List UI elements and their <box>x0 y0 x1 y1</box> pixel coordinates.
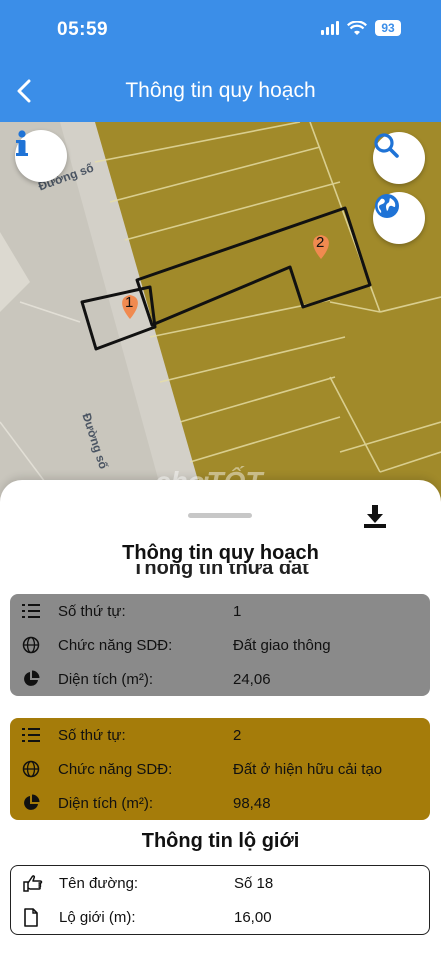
watermark-logo: chợTỐT <box>155 466 263 497</box>
bottom-sheet: Thông tin quy hoạch Thông tin thửa đất S… <box>0 480 441 960</box>
download-icon <box>364 505 386 528</box>
signal-icon <box>321 21 339 35</box>
battery-indicator: 93 <box>375 20 401 36</box>
hand-pointer-icon <box>23 873 47 893</box>
plot-marker-label-1: 1 <box>125 294 134 311</box>
page-title: Thông tin quy hoạch <box>125 79 316 102</box>
plot-row-land-use: Chức năng SDĐ: Đất giao thông <box>22 628 418 662</box>
row-label: Lộ giới (m): <box>59 908 136 926</box>
row-value: Đất ở hiện hữu cải tạo <box>233 760 383 778</box>
download-button[interactable] <box>362 504 388 530</box>
wifi-icon <box>347 20 367 35</box>
search-icon <box>374 133 399 158</box>
globe-icon <box>22 635 46 655</box>
list-number-icon <box>22 725 46 745</box>
plot-row-land-use: Chức năng SDĐ: Đất ở hiện hữu cải tạo <box>22 752 418 786</box>
sheet-subtitle: Thông tin thửa đất <box>132 564 309 579</box>
pie-chart-icon <box>22 793 46 813</box>
plot-marker-label-2: 2 <box>316 234 325 251</box>
plot-row-area: Diện tích (m²): 24,06 <box>22 662 418 696</box>
plot-row-area: Diện tích (m²): 98,48 <box>22 786 418 820</box>
plot-row-order: Số thứ tự: 1 <box>22 594 418 628</box>
search-button[interactable] <box>373 132 425 184</box>
row-value: Số 18 <box>234 874 274 892</box>
map-layer-button[interactable] <box>373 192 425 244</box>
document-icon <box>23 907 47 927</box>
row-label: Chức năng SDĐ: <box>58 760 173 778</box>
row-value: 16,00 <box>234 908 272 926</box>
info-icon <box>16 130 28 156</box>
pie-chart-icon <box>22 669 46 689</box>
status-time: 05:59 <box>57 19 109 40</box>
info-button[interactable] <box>15 130 67 182</box>
row-value: 24,06 <box>233 670 271 688</box>
row-label: Diện tích (m²): <box>58 794 154 812</box>
road-row-boundary: Lộ giới (m): 16,00 <box>23 900 417 934</box>
row-label: Số thứ tự: <box>58 602 126 620</box>
road-section-title: Thông tin lộ giới <box>141 830 300 852</box>
row-label: Tên đường: <box>59 874 139 892</box>
plot-row-order: Số thứ tự: 2 <box>22 718 418 752</box>
row-label: Chức năng SDĐ: <box>58 636 173 654</box>
app-header: 05:59 93 Thông tin quy hoạch <box>0 0 441 122</box>
plot-card-1: Số thứ tự: 1 Chức năng SDĐ: Đất giao thô… <box>10 594 430 696</box>
row-value: 2 <box>233 726 242 744</box>
sheet-title: Thông tin quy hoạch <box>122 542 319 564</box>
row-value: 98,48 <box>233 794 271 812</box>
plot-card-2: Số thứ tự: 2 Chức năng SDĐ: Đất ở hiện h… <box>10 718 430 820</box>
row-label: Số thứ tự: <box>58 726 126 744</box>
list-number-icon <box>22 601 46 621</box>
globe-icon <box>22 759 46 779</box>
globe-icon <box>375 194 399 218</box>
status-icons: 93 <box>321 20 401 36</box>
row-value: 1 <box>233 602 242 620</box>
row-value: Đất giao thông <box>233 636 331 654</box>
sheet-drag-handle[interactable] <box>188 513 252 518</box>
planning-map[interactable]: Đường số Đường số 1 2 <box>0 122 441 522</box>
road-boundary-card: Tên đường: Số 18 Lộ giới (m): 16,00 <box>10 865 430 935</box>
row-label: Diện tích (m²): <box>58 670 154 688</box>
road-row-name: Tên đường: Số 18 <box>23 866 417 900</box>
